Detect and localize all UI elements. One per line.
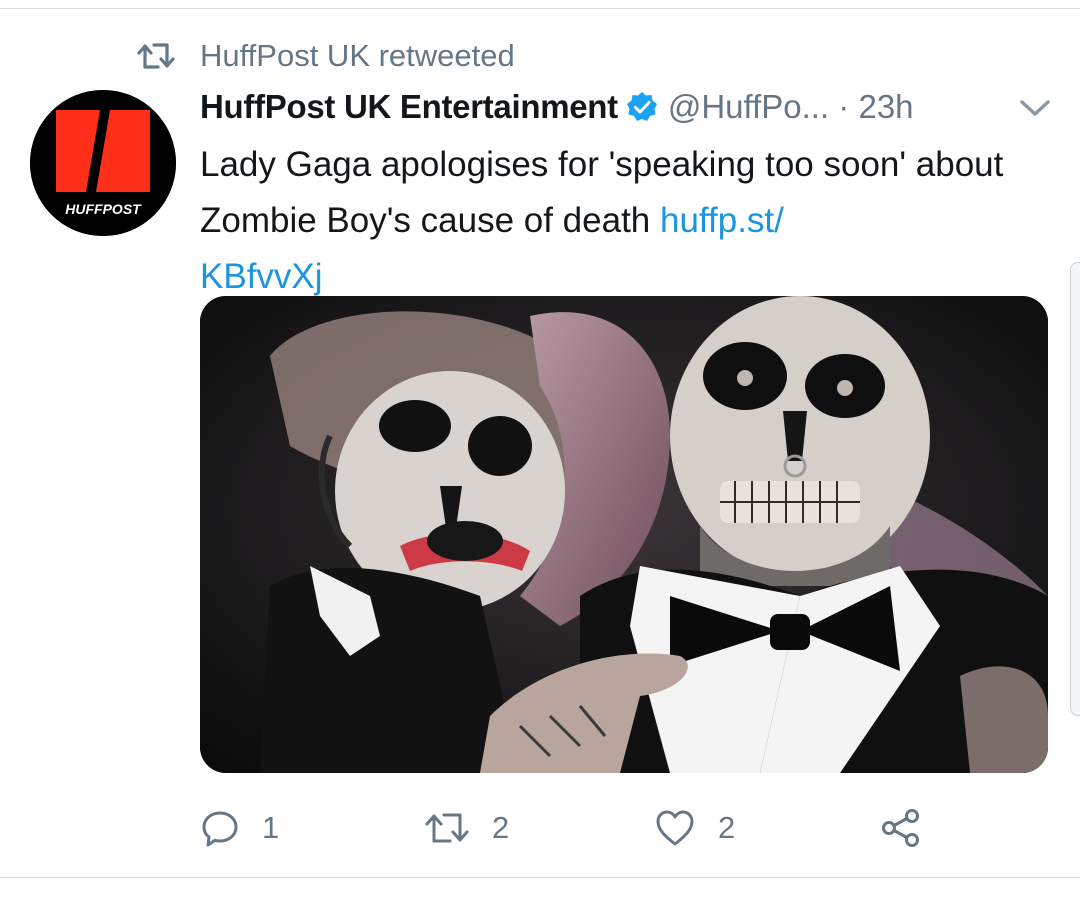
bottom-divider (0, 877, 1080, 878)
like-count: 2 (718, 810, 736, 845)
retweet-context-label: HuffPost UK retweeted (200, 38, 515, 73)
photo-image (200, 296, 1048, 773)
reply-count: 1 (262, 810, 280, 845)
tweet-body: Lady Gaga apologises for 'speaking too s… (200, 145, 1004, 240)
reply-button[interactable]: 1 (200, 800, 279, 856)
huffpost-logo-icon: HUFFPOST (30, 90, 176, 236)
avatar[interactable]: HUFFPOST (30, 90, 176, 236)
tweet-media-photo[interactable] (200, 296, 1048, 773)
tweet-actions: 1 2 2 (200, 800, 960, 856)
author-name[interactable]: HuffPost UK Entertainment (200, 88, 618, 126)
retweet-icon (425, 813, 469, 843)
author-handle[interactable]: @HuffPo... (668, 88, 829, 126)
like-icon (656, 810, 694, 846)
retweet-button[interactable]: 2 (424, 800, 509, 856)
tweet-header: HuffPost UK Entertainment @HuffPo... · 2… (200, 83, 914, 131)
tweet-link-part-1[interactable]: huffp.st/ (660, 201, 784, 240)
header-separator: · (829, 88, 859, 125)
verified-badge-icon (626, 92, 657, 121)
share-button[interactable] (880, 800, 922, 856)
tweet-link-part-2[interactable]: KBfvvXj (200, 257, 323, 296)
top-divider (0, 8, 1080, 9)
timestamp[interactable]: 23h (858, 88, 913, 126)
scrollbar-thumb[interactable] (1070, 262, 1080, 716)
reply-icon (202, 811, 238, 847)
tweet-text: Lady Gaga apologises for 'speaking too s… (200, 137, 1020, 305)
like-button[interactable]: 2 (654, 800, 735, 856)
caret-down-icon[interactable] (1018, 96, 1052, 120)
retweet-count: 2 (492, 810, 510, 845)
retweet-context[interactable]: HuffPost UK retweeted (136, 36, 515, 76)
retweet-icon (137, 43, 175, 69)
svg-text:HUFFPOST: HUFFPOST (65, 201, 142, 217)
share-icon (882, 809, 919, 847)
